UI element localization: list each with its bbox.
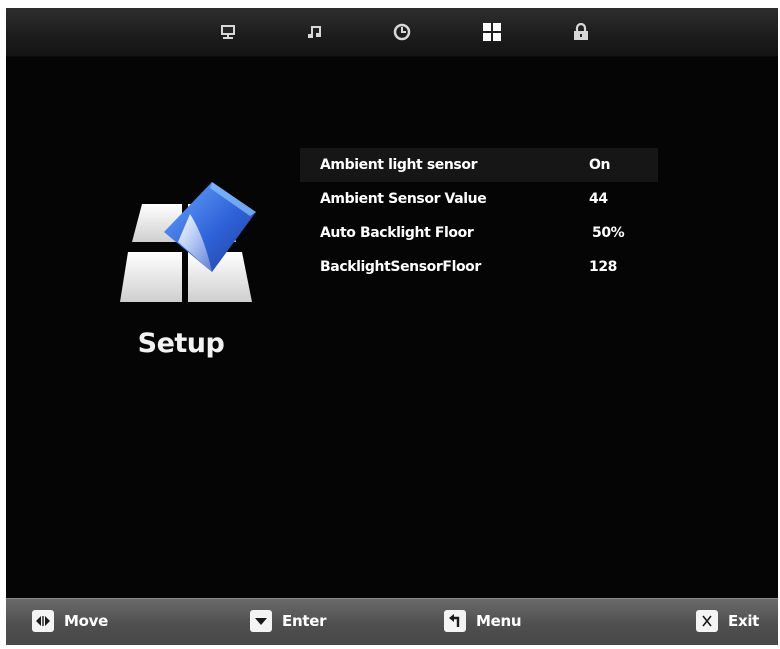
monitor-icon bbox=[221, 25, 235, 39]
x-icon bbox=[696, 610, 718, 632]
left-right-arrows-icon bbox=[32, 610, 54, 632]
category-tab-bar bbox=[6, 8, 778, 57]
setting-row-auto-backlight-floor[interactable]: Auto Backlight Floor 50% bbox=[300, 216, 658, 250]
tab-display[interactable] bbox=[214, 18, 242, 46]
osd-screen: Setup Ambient light sensor On Ambient Se… bbox=[6, 8, 778, 645]
settings-list: Ambient light sensor On Ambient Sensor V… bbox=[300, 148, 658, 284]
hint-move: Move bbox=[32, 610, 108, 632]
tab-setup[interactable] bbox=[478, 18, 506, 46]
lock-icon bbox=[574, 23, 588, 40]
setting-value: 50% bbox=[592, 225, 625, 241]
section-title: Setup bbox=[137, 328, 225, 359]
return-arrow-icon bbox=[444, 610, 466, 632]
hint-label: Exit bbox=[728, 612, 760, 630]
clock-icon bbox=[393, 23, 411, 41]
hint-enter: Enter bbox=[250, 610, 326, 632]
hint-label: Enter bbox=[282, 612, 327, 630]
hint-menu: Menu bbox=[444, 610, 522, 632]
music-note-icon bbox=[308, 26, 321, 38]
setup-icon bbox=[112, 176, 258, 312]
setup-grid-icon bbox=[483, 23, 501, 41]
key-hint-bar: Move Enter Menu Exit bbox=[6, 598, 778, 645]
setting-label: BacklightSensorFloor bbox=[320, 259, 481, 275]
setting-value: On bbox=[589, 157, 611, 173]
hint-exit: Exit bbox=[696, 610, 759, 632]
setting-label: Ambient light sensor bbox=[320, 157, 478, 173]
hint-label: Move bbox=[64, 612, 108, 630]
down-triangle-icon bbox=[250, 610, 272, 632]
setting-label: Auto Backlight Floor bbox=[320, 225, 474, 241]
hint-label: Menu bbox=[476, 612, 522, 630]
setting-label: Ambient Sensor Value bbox=[320, 191, 487, 207]
setting-row-backlight-sensor-floor[interactable]: BacklightSensorFloor 128 bbox=[300, 250, 658, 284]
setting-row-ambient-light-sensor[interactable]: Ambient light sensor On bbox=[300, 148, 658, 182]
tab-lock[interactable] bbox=[567, 18, 595, 46]
setting-row-ambient-sensor-value[interactable]: Ambient Sensor Value 44 bbox=[300, 182, 658, 216]
tab-time[interactable] bbox=[388, 18, 416, 46]
setting-value: 128 bbox=[589, 259, 618, 275]
tab-audio[interactable] bbox=[301, 18, 329, 46]
setting-value: 44 bbox=[589, 191, 608, 207]
